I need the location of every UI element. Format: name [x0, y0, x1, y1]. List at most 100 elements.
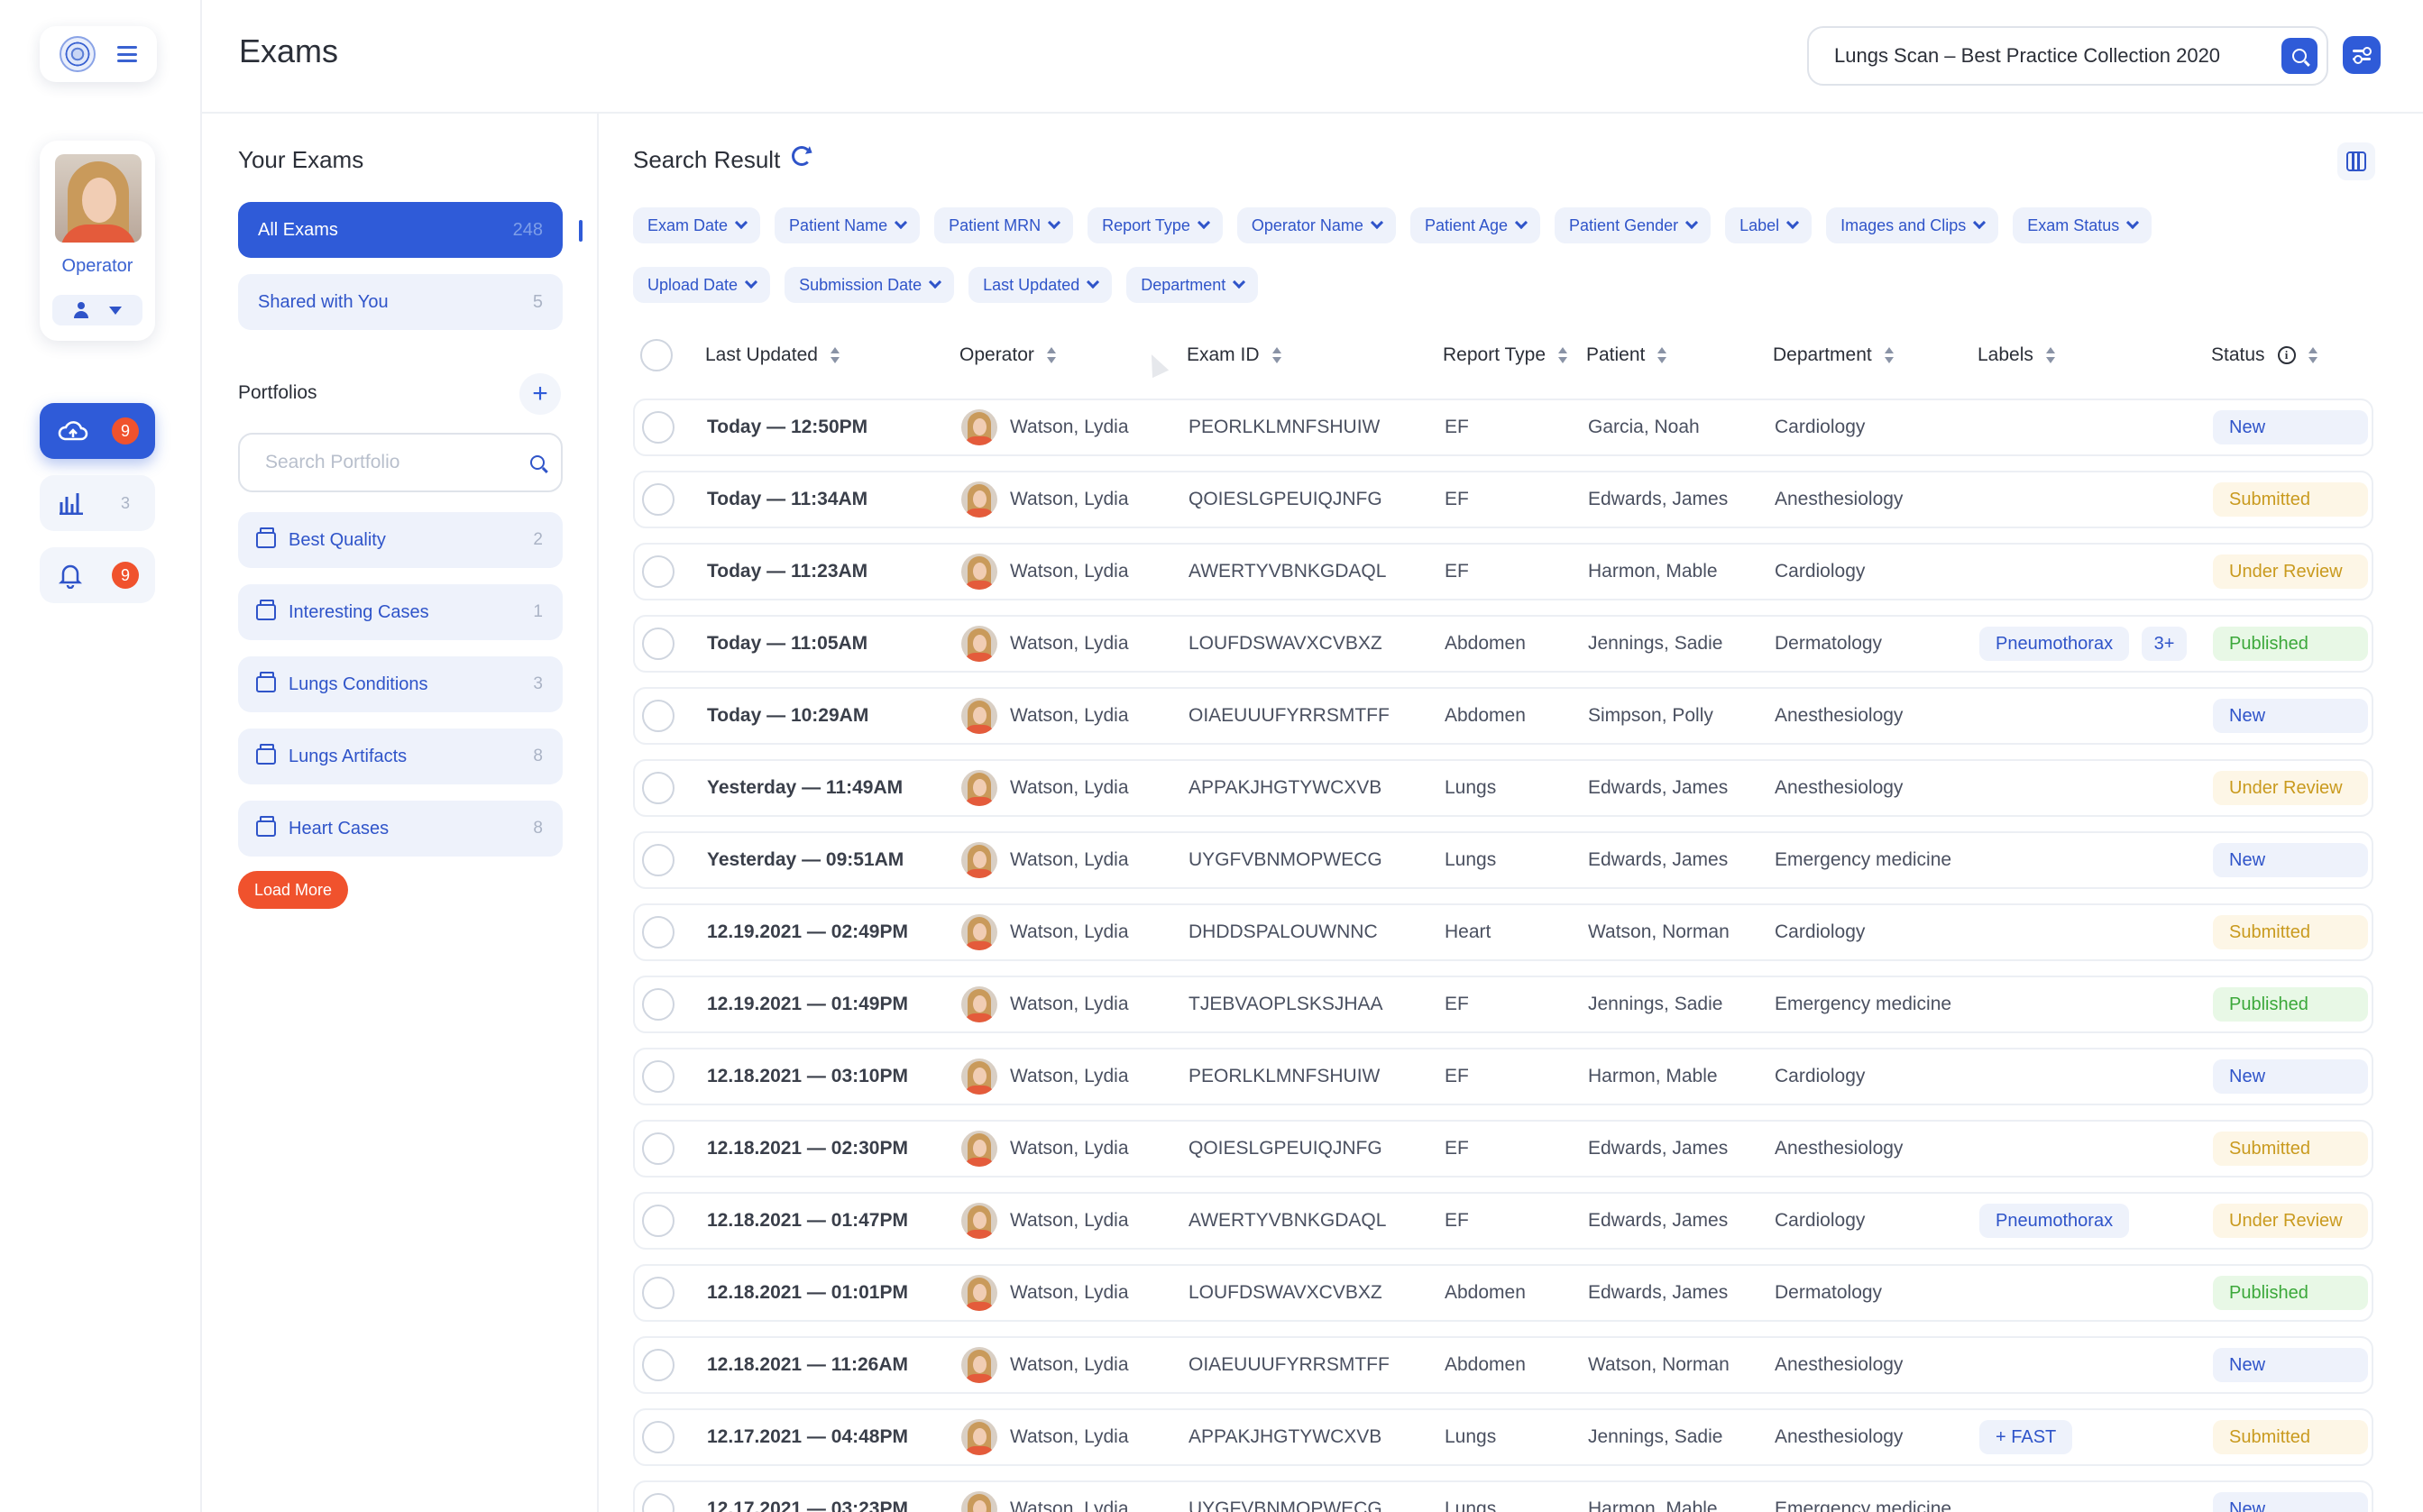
row-checkbox[interactable] [642, 761, 675, 815]
row-checkbox[interactable] [642, 400, 675, 454]
table-row[interactable]: 12.18.2021 — 01:01PM Watson, Lydia LOUFDSW… [633, 1264, 2373, 1322]
row-checkbox[interactable] [642, 617, 675, 671]
row-checkbox[interactable] [642, 1482, 675, 1512]
column-exam-id[interactable]: Exam ID [1187, 344, 1281, 366]
tab-count: 5 [532, 291, 543, 312]
filter-chip[interactable]: Images and Clips [1826, 207, 1999, 243]
exam-id-cell: TJEBVAOPLSKSJHAA [1189, 994, 1383, 1014]
table-row[interactable]: Yesterday — 09:51AM Watson, Lydia UYGFVBNM… [633, 831, 2373, 889]
label-chip[interactable]: + FAST [1979, 1420, 2073, 1454]
table-row[interactable]: Today — 11:05AM Watson, Lydia LOUFDSWAVXCV… [633, 615, 2373, 673]
column-operator[interactable]: Operator [959, 344, 1056, 366]
table-row[interactable]: 12.19.2021 — 01:49PM Watson, Lydia TJEBVAO… [633, 976, 2373, 1033]
patient-cell: Harmon, Mable [1588, 1066, 1718, 1086]
table-row[interactable]: Today — 11:23AM Watson, Lydia AWERTYVBNKGD… [633, 543, 2373, 600]
row-checkbox[interactable] [642, 472, 675, 527]
more-labels-chip[interactable]: 3+ [2142, 627, 2188, 661]
filter-chip[interactable]: Submission Date [785, 267, 955, 303]
last-updated-cell: 12.17.2021 — 04:48PM [707, 1426, 908, 1447]
folder-icon [256, 816, 276, 837]
filter-chip[interactable]: Report Type [1088, 207, 1223, 243]
table-row[interactable]: 12.18.2021 — 02:30PM Watson, Lydia QOIESLG… [633, 1120, 2373, 1178]
sort-icon [1046, 346, 1056, 364]
filter-settings-button[interactable] [2343, 36, 2381, 74]
table-row[interactable]: Yesterday — 11:49AM Watson, Lydia APPAKJHG… [633, 759, 2373, 817]
column-patient[interactable]: Patient [1586, 344, 1667, 366]
filter-chip[interactable]: Operator Name [1236, 207, 1396, 243]
load-more-button[interactable]: Load More [238, 871, 349, 909]
column-labels[interactable]: Labels [1978, 344, 2055, 366]
filter-chip[interactable]: Patient MRN [934, 207, 1074, 243]
row-checkbox[interactable] [642, 905, 675, 959]
row-checkbox[interactable] [642, 1194, 675, 1248]
table-row[interactable]: Today — 10:29AM Watson, Lydia OIAEUUUFYRRS… [633, 687, 2373, 745]
patient-cell: Harmon, Mable [1588, 561, 1718, 582]
row-checkbox[interactable] [642, 689, 675, 743]
portfolio-item[interactable]: Heart Cases 8 [238, 801, 563, 857]
label-chip[interactable]: Pneumothorax [1979, 1204, 2130, 1238]
filter-chip[interactable]: Patient Name [775, 207, 921, 243]
table-row[interactable]: 12.19.2021 — 02:49PM Watson, Lydia DHDDSPA… [633, 903, 2373, 961]
row-checkbox[interactable] [642, 1266, 675, 1320]
filter-chip[interactable]: Exam Status [2013, 207, 2152, 243]
filter-chip[interactable]: Label [1725, 207, 1813, 243]
status-cell: Under Review [2213, 545, 2368, 599]
chevron-down-icon [1973, 215, 1987, 230]
portfolio-item[interactable]: Best Quality 2 [238, 512, 563, 568]
column-settings-button[interactable] [2337, 142, 2375, 180]
column-last-updated[interactable]: Last Updated [705, 344, 840, 366]
row-checkbox[interactable] [642, 1049, 675, 1104]
left-rail: Operator 9 3 9 [0, 0, 202, 1512]
filter-chip[interactable]: Exam Date [633, 207, 761, 243]
row-checkbox[interactable] [642, 1410, 675, 1464]
row-checkbox[interactable] [642, 833, 675, 887]
table-row[interactable]: 12.17.2021 — 03:23PM Watson, Lydia UYGFVBN… [633, 1480, 2373, 1512]
table-row[interactable]: Today — 12:50PM Watson, Lydia PEORLKLMNFSH… [633, 399, 2373, 456]
avatar[interactable] [55, 154, 142, 243]
select-all-checkbox[interactable] [640, 339, 673, 371]
filter-chip[interactable]: Patient Age [1409, 207, 1541, 243]
portfolio-item[interactable]: Lungs Artifacts 8 [238, 729, 563, 784]
row-checkbox[interactable] [642, 1122, 675, 1176]
search-button[interactable] [2281, 38, 2317, 74]
label-chip[interactable]: Pneumothorax [1979, 627, 2130, 661]
exam-id-cell: APPAKJHGTYWCXVB [1189, 1426, 1382, 1447]
profile-switcher[interactable] [52, 295, 142, 325]
table-row[interactable]: 12.18.2021 — 03:10PM Watson, Lydia PEORLKL… [633, 1048, 2373, 1105]
portfolio-item[interactable]: Lungs Conditions 3 [238, 656, 563, 712]
rail-item-notifications[interactable]: 9 [40, 547, 155, 603]
last-updated-cell: Today — 11:34AM [707, 489, 868, 509]
column-report-type[interactable]: Report Type [1443, 344, 1568, 366]
table-row[interactable]: 12.18.2021 — 11:26AM Watson, Lydia OIAEUUU… [633, 1336, 2373, 1394]
hamburger-menu-icon[interactable] [117, 46, 137, 62]
rail-item-uploads[interactable]: 9 [40, 403, 155, 459]
search-input[interactable] [1834, 44, 2281, 68]
app-logo-icon[interactable] [60, 36, 96, 72]
filter-chip[interactable]: Department [1126, 267, 1259, 303]
portfolio-search [238, 433, 563, 492]
last-updated-cell: Today — 11:23AM [707, 561, 868, 582]
row-checkbox[interactable] [642, 545, 675, 599]
column-status[interactable]: Status i [2211, 344, 2317, 366]
filter-chip[interactable]: Last Updated [968, 267, 1113, 303]
filter-chip[interactable]: Upload Date [633, 267, 771, 303]
column-department[interactable]: Department [1773, 344, 1894, 366]
sort-icon [1271, 346, 1281, 364]
filter-chip[interactable]: Patient Gender [1555, 207, 1712, 243]
row-checkbox[interactable] [642, 977, 675, 1031]
chevron-down-icon [1197, 215, 1210, 230]
table-row[interactable]: 12.18.2021 — 01:47PM Watson, Lydia AWERTYV… [633, 1192, 2373, 1250]
search-icon[interactable] [530, 455, 545, 470]
scrollbar-thumb[interactable] [579, 220, 583, 242]
last-updated-cell: 12.19.2021 — 01:49PM [707, 994, 908, 1014]
add-portfolio-button[interactable]: + [519, 373, 561, 415]
portfolio-item[interactable]: Interesting Cases 1 [238, 584, 563, 640]
row-checkbox[interactable] [642, 1338, 675, 1392]
table-row[interactable]: 12.17.2021 — 04:48PM Watson, Lydia APPAKJH… [633, 1408, 2373, 1466]
rail-item-analytics[interactable]: 3 [40, 475, 155, 531]
portfolio-search-input[interactable] [265, 452, 530, 473]
tab-all-exams[interactable]: All Exams 248 [238, 202, 563, 258]
tab-shared-with-you[interactable]: Shared with You 5 [238, 274, 563, 330]
refresh-icon[interactable] [792, 146, 812, 166]
table-row[interactable]: Today — 11:34AM Watson, Lydia QOIESLGPEUIQ… [633, 471, 2373, 528]
